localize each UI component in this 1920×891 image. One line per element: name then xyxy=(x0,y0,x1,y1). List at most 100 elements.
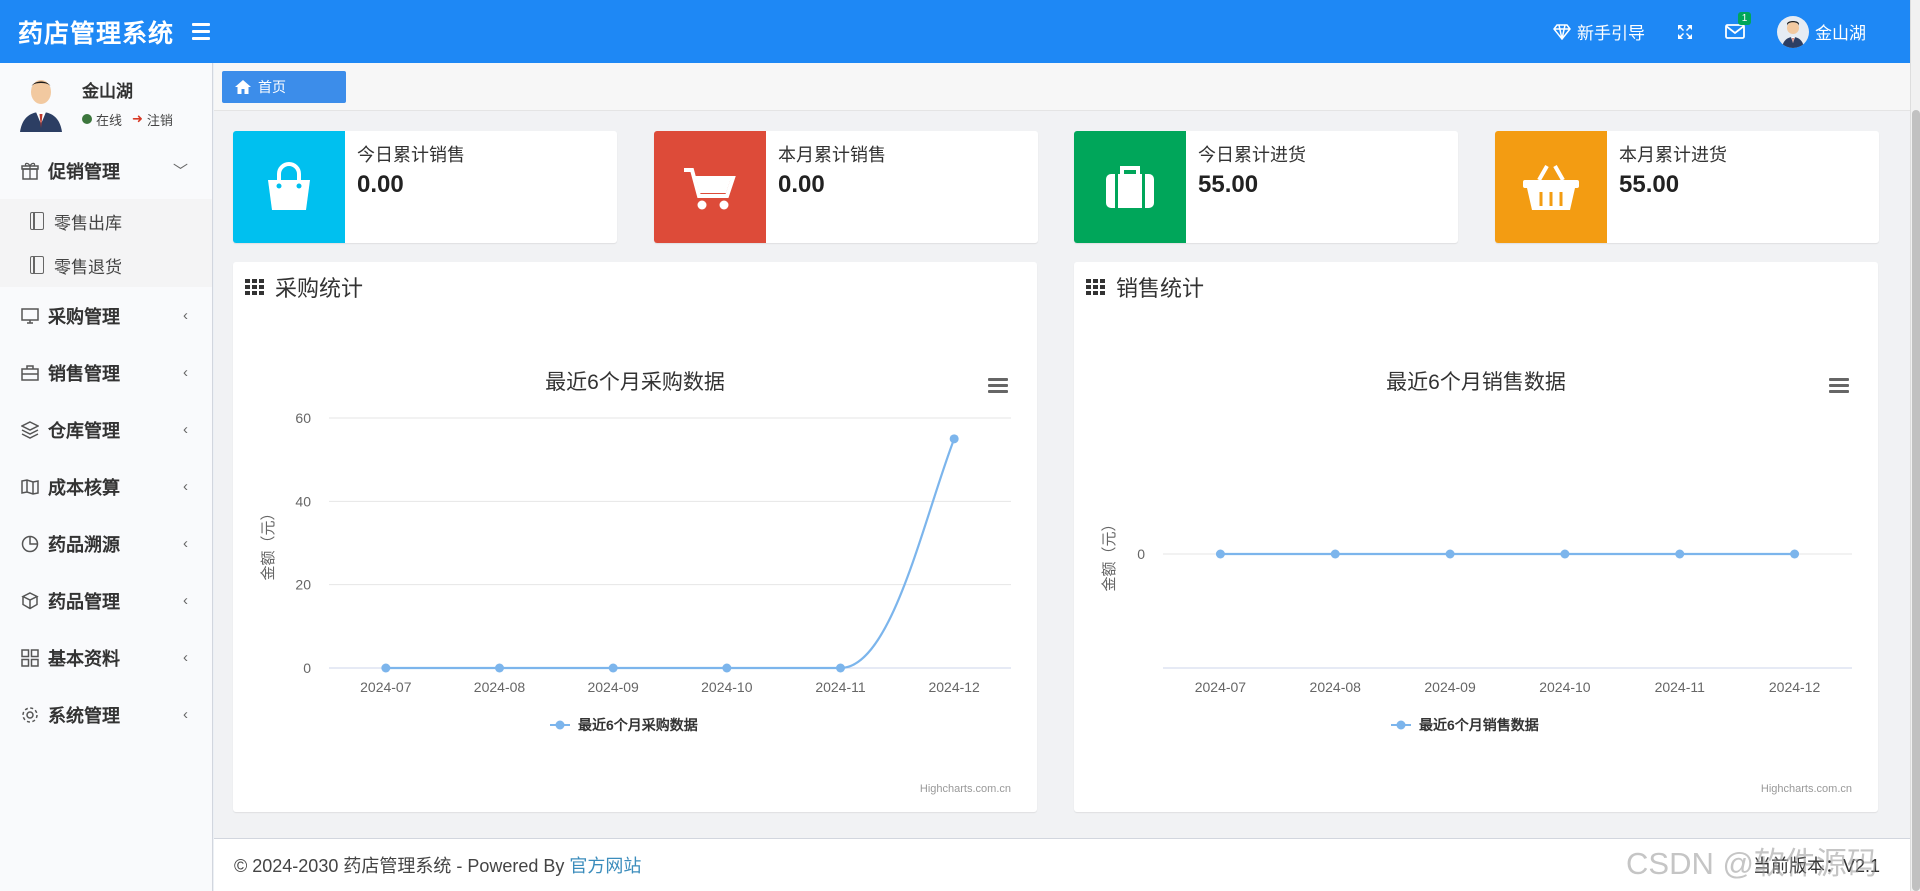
avatar xyxy=(1777,15,1809,48)
guide-label: 新手引导 xyxy=(1577,24,1645,43)
user-menu[interactable]: 金山湖 xyxy=(1761,0,1882,63)
legend-label: 最近6个月销售数据 xyxy=(1419,717,1539,733)
sales-chart: 最近6个月销售数据 0 金额（元） 2024-07 2024-08 2024-09 2024… xyxy=(1101,371,1852,795)
grid-icon xyxy=(20,648,40,668)
sidebar-item-label: 药品溯源 xyxy=(48,534,120,555)
info-boxes: 今日累计销售 0.00 本月累计销售 0.00 今日累计进货 55.00 本月累… xyxy=(233,131,1879,243)
mail-icon xyxy=(1725,24,1745,39)
mail-badge: 1 xyxy=(1738,12,1751,25)
sidebar-item-purchase[interactable]: 采购管理 ‹ xyxy=(0,287,212,344)
shopping-cart-icon xyxy=(654,131,766,243)
sidebar-item-warehouse[interactable]: 仓库管理 ‹ xyxy=(0,401,212,458)
panel-sales-stats: 销售统计 最近6个月销售数据 0 金额（元） 2024-07 2024-08 2024-0… xyxy=(1074,262,1878,812)
home-icon xyxy=(235,79,251,94)
sidebar-item-label: 基本资料 xyxy=(48,648,120,669)
sidebar-item-label: 药品管理 xyxy=(48,591,120,612)
sidebar-item-system[interactable]: 系统管理 ‹ xyxy=(0,686,212,743)
submenu-label: 零售出库 xyxy=(54,213,122,233)
y-tick-label: 20 xyxy=(295,577,311,593)
legend-label: 最近6个月采购数据 xyxy=(578,717,698,733)
data-point xyxy=(608,663,618,673)
x-tick-label: 2024-08 xyxy=(1310,679,1362,695)
sidebar-item-promotion[interactable]: 促销管理 ﹀ xyxy=(0,142,212,199)
sidebar-toggle-icon[interactable] xyxy=(192,17,222,47)
header-user-name: 金山湖 xyxy=(1815,24,1866,43)
y-tick-label: 0 xyxy=(1137,546,1145,562)
chevron-left-icon: ‹ xyxy=(183,706,188,723)
logout-icon[interactable]: ➜ xyxy=(132,111,143,127)
footer-official-link[interactable]: 官方网站 xyxy=(569,852,641,878)
user-panel: 金山湖 在线 ➜ 注销 xyxy=(0,63,212,142)
x-tick-label: 2024-11 xyxy=(1655,679,1706,695)
data-point xyxy=(1215,549,1225,559)
footer-version: 当前版本：V2.1 xyxy=(1752,856,1880,876)
info-box-value: 0.00 xyxy=(778,171,825,198)
gift-icon xyxy=(20,161,40,181)
sidebar-item-label: 系统管理 xyxy=(48,705,120,726)
cubes-icon xyxy=(20,591,40,611)
sidebar: 金山湖 在线 ➜ 注销 促销管理 ﹀ 零售出库 零售退货 采购管理 ‹ 销售管理… xyxy=(0,63,213,891)
info-box-label: 今日累计进货 xyxy=(1198,145,1306,165)
x-tick-label: 2024-07 xyxy=(1195,679,1247,695)
x-tick-label: 2024-12 xyxy=(928,679,980,695)
sidebar-item-sales[interactable]: 销售管理 ‹ xyxy=(0,344,212,401)
submenu-label: 零售退货 xyxy=(54,257,122,277)
chart-credits: Highcharts.com.cn xyxy=(1761,783,1852,795)
chart-legend[interactable] xyxy=(1391,720,1411,730)
sidebar-item-label: 成本核算 xyxy=(48,477,120,498)
x-tick-label: 2024-07 xyxy=(360,679,412,695)
scrollbar-thumb[interactable] xyxy=(1912,110,1920,891)
status-online-label: 在线 xyxy=(96,112,123,128)
tab-label: 首页 xyxy=(258,78,286,95)
sidebar-item-basic-data[interactable]: 基本资料 ‹ xyxy=(0,629,212,686)
logout-link[interactable]: 注销 xyxy=(147,110,173,129)
basket-icon xyxy=(1495,131,1607,243)
chevron-left-icon: ‹ xyxy=(183,649,188,666)
chevron-left-icon: ‹ xyxy=(183,421,188,438)
purchase-chart: 最近6个月采购数据 0 20 40 60 金额（元） 2024-07 2024-08 2024-… xyxy=(260,371,1011,795)
sidebar-item-label: 销售管理 xyxy=(48,363,120,384)
y-axis-title: 金额（元） xyxy=(1101,516,1118,591)
data-point xyxy=(722,663,732,673)
chart-menu-icon[interactable] xyxy=(1829,378,1849,393)
mail-button[interactable]: 1 xyxy=(1709,0,1761,63)
chevron-left-icon: ‹ xyxy=(183,535,188,552)
layers-icon xyxy=(20,420,40,440)
chart-menu-icon[interactable] xyxy=(988,378,1008,393)
y-tick-label: 40 xyxy=(295,493,311,509)
book-icon xyxy=(30,256,44,274)
sidebar-item-cost[interactable]: 成本核算 ‹ xyxy=(0,458,212,515)
data-point xyxy=(949,434,959,444)
desktop-icon xyxy=(20,306,40,326)
submenu-item-retail-return[interactable]: 零售退货 xyxy=(0,243,212,287)
expand-icon xyxy=(1678,24,1692,39)
page-scrollbar[interactable] xyxy=(1910,0,1920,891)
info-box-label: 本月累计销售 xyxy=(778,145,886,165)
chevron-left-icon: ‹ xyxy=(183,592,188,609)
info-box-label: 今日累计销售 xyxy=(357,145,465,165)
online-status-icon xyxy=(82,114,92,124)
data-point xyxy=(836,663,845,673)
fullscreen-button[interactable] xyxy=(1661,0,1709,63)
sidebar-item-trace[interactable]: 药品溯源 ‹ xyxy=(0,515,212,572)
data-point xyxy=(495,663,504,673)
suitcase-icon xyxy=(1074,131,1186,243)
info-box-month-sales: 本月累计销售 0.00 xyxy=(654,131,1038,243)
chart-credits: Highcharts.com.cn xyxy=(920,783,1011,795)
chevron-left-icon: ‹ xyxy=(183,478,188,495)
footer-copyright: © 2024-2030 药店管理系统 - Powered By xyxy=(234,856,565,876)
data-point xyxy=(1560,549,1570,559)
sidebar-item-drugs[interactable]: 药品管理 ‹ xyxy=(0,572,212,629)
chart-title: 最近6个月采购数据 xyxy=(545,371,725,394)
guide-button[interactable]: 新手引导 xyxy=(1537,0,1661,63)
y-tick-label: 60 xyxy=(295,410,311,426)
chart-legend[interactable] xyxy=(550,720,570,730)
top-header: 药店管理系统 新手引导 1 金山湖 xyxy=(0,0,1910,63)
app-title[interactable]: 药店管理系统 xyxy=(0,14,212,50)
submenu-item-retail-out[interactable]: 零售出库 xyxy=(0,199,212,243)
tab-home[interactable]: 首页 xyxy=(222,70,346,103)
data-point xyxy=(381,663,391,673)
data-point xyxy=(1675,549,1685,559)
info-box-value: 55.00 xyxy=(1198,171,1259,198)
submenu-promotion: 零售出库 零售退货 xyxy=(0,199,212,287)
